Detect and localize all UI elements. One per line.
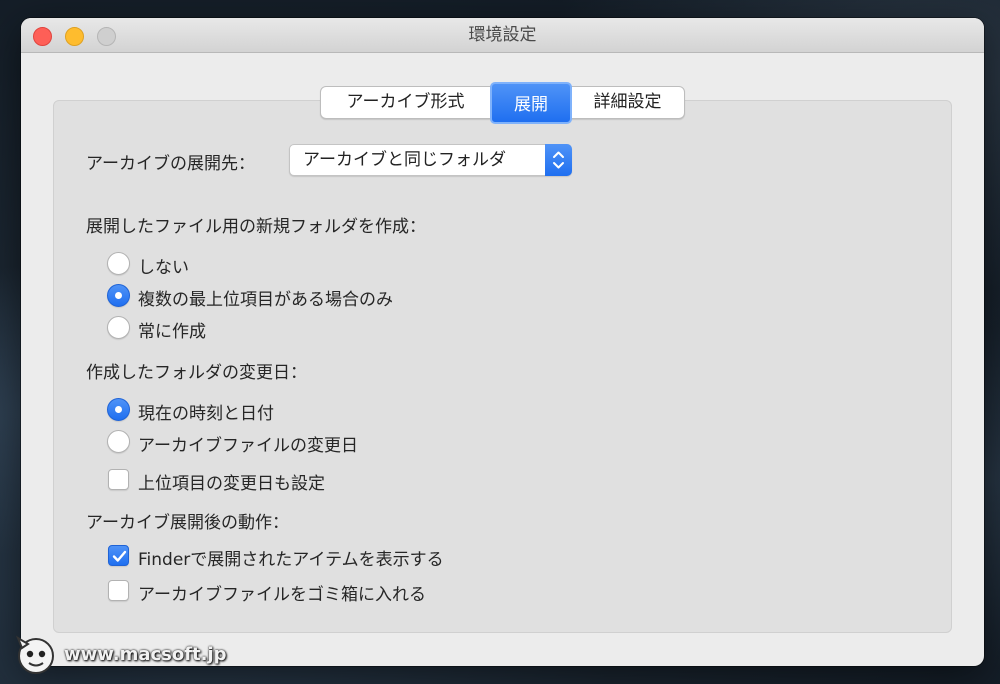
checkbox-move-to-trash[interactable] — [108, 580, 129, 601]
checkbox-move-to-trash-label[interactable]: アーカイブファイルをゴミ箱に入れる — [138, 580, 426, 605]
watermark: www.macsoft.jp — [14, 632, 227, 676]
radio-date-now[interactable] — [107, 398, 130, 421]
checkbox-top-level-date-label[interactable]: 上位項目の変更日も設定 — [138, 469, 325, 494]
mascot-logo-icon — [15, 635, 54, 674]
destination-label: アーカイブの展開先： — [86, 154, 255, 174]
radio-folder-multiple[interactable] — [107, 284, 130, 307]
radio-date-now-label[interactable]: 現在の時刻と日付 — [138, 399, 274, 424]
radio-folder-never-label[interactable]: しない — [138, 253, 189, 278]
destination-value: アーカイブと同じフォルダ — [303, 150, 506, 170]
checkbox-show-in-finder-label[interactable]: Finderで展開されたアイテムを表示する — [138, 545, 444, 570]
radio-date-archive-label[interactable]: アーカイブファイルの変更日 — [138, 431, 358, 456]
checkbox-show-in-finder[interactable] — [108, 545, 129, 566]
folder-date-label: 作成したフォルダの変更日： — [86, 363, 307, 383]
after-expand-label: アーカイブ展開後の動作： — [86, 513, 289, 533]
radio-folder-never[interactable] — [107, 252, 130, 275]
checkbox-top-level-date[interactable] — [108, 469, 129, 490]
new-folder-label: 展開したファイル用の新規フォルダを作成： — [86, 217, 426, 237]
tab-bar: アーカイブ形式 展開 詳細設定 — [320, 82, 685, 124]
popup-stepper-icon — [545, 144, 572, 176]
radio-folder-always-label[interactable]: 常に作成 — [138, 317, 206, 342]
watermark-text: www.macsoft.jp — [64, 643, 227, 665]
tab-expand[interactable]: 展開 — [490, 82, 572, 124]
tab-archive-format[interactable]: アーカイブ形式 — [321, 87, 491, 118]
tab-advanced[interactable]: 詳細設定 — [571, 87, 684, 118]
destination-popup[interactable]: アーカイブと同じフォルダ — [289, 144, 572, 176]
radio-folder-multiple-label[interactable]: 複数の最上位項目がある場合のみ — [138, 285, 393, 310]
radio-folder-always[interactable] — [107, 316, 130, 339]
preferences-window: 環境設定 アーカイブ形式 展開 詳細設定 アーカイブの展開先： アーカイブと同じ… — [21, 18, 984, 666]
checkmark-icon — [112, 550, 127, 562]
radio-date-archive[interactable] — [107, 430, 130, 453]
window-title: 環境設定 — [468, 25, 537, 45]
title-bar[interactable]: 環境設定 — [21, 18, 984, 53]
